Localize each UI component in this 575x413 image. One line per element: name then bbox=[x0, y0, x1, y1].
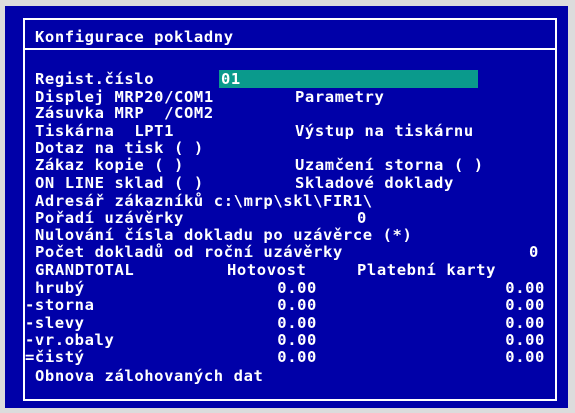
totals-row-karty: 0.00 bbox=[505, 331, 545, 349]
checkbox-zakaz-kopie[interactable]: Zákaz kopie ( ) bbox=[35, 156, 184, 174]
totals-row-hotovost: 0.00 bbox=[277, 296, 317, 314]
poradi-uzaverky-label: Pořadí uzávěrky bbox=[35, 209, 184, 227]
title-separator bbox=[23, 48, 557, 50]
menu-item-parametry[interactable]: Parametry bbox=[295, 88, 384, 106]
regist-input[interactable]: 01 bbox=[219, 70, 478, 88]
totals-header-label: GRANDTOTAL bbox=[35, 261, 135, 279]
menu-item-vystup[interactable]: Výstup na tiskárnu bbox=[295, 122, 474, 140]
menu-item-tiskarna[interactable]: Tiskárna LPT1 bbox=[35, 122, 174, 140]
totals-row-label: -vr.obaly bbox=[25, 331, 115, 349]
config-window: Konfigurace pokladny Regist.číslo 01 Dis… bbox=[5, 6, 568, 408]
regist-value: 01 bbox=[221, 70, 241, 88]
pocet-dokladu-label: Počet dokladů od roční uzávěrky bbox=[35, 243, 343, 261]
totals-row-hotovost: 0.00 bbox=[277, 348, 317, 366]
totals-row-karty: 0.00 bbox=[505, 314, 545, 332]
totals-row-karty: 0.00 bbox=[505, 348, 545, 366]
checkbox-nulovani[interactable]: Nulování čísla dokladu po uzávěrce (*) bbox=[35, 226, 412, 244]
menu-item-obnova[interactable]: Obnova zálohovaných dat bbox=[35, 367, 263, 385]
totals-row-karty: 0.00 bbox=[505, 279, 545, 297]
screen: Konfigurace pokladny Regist.číslo 01 Dis… bbox=[0, 0, 575, 413]
menu-item-zasuvka[interactable]: Zásuvka MRP /COM2 bbox=[35, 104, 214, 122]
totals-row-karty: 0.00 bbox=[505, 296, 545, 314]
menu-item-skladove-doklady[interactable]: Skladové doklady bbox=[295, 174, 454, 192]
menu-item-adresar[interactable]: Adresář zákazníků c:\mrp\skl\FIR1\ bbox=[35, 192, 373, 210]
totals-row-label: =čistý bbox=[25, 348, 85, 366]
poradi-uzaverky-value[interactable]: 0 bbox=[357, 209, 367, 227]
totals-row-label: hrubý bbox=[35, 279, 85, 297]
checkbox-dotaz-na-tisk[interactable]: Dotaz na tisk ( ) bbox=[35, 139, 204, 157]
pocet-dokladu-value: 0 bbox=[529, 243, 539, 261]
totals-row-label: -slevy bbox=[25, 314, 85, 332]
totals-header-hotovost: Hotovost bbox=[227, 261, 307, 279]
window-title: Konfigurace pokladny bbox=[35, 28, 234, 46]
totals-header-karty: Platební karty bbox=[357, 261, 497, 279]
totals-row-hotovost: 0.00 bbox=[277, 279, 317, 297]
checkbox-uzamceni-storna[interactable]: Uzamčení storna ( ) bbox=[295, 156, 484, 174]
totals-row-label: -storna bbox=[25, 296, 95, 314]
totals-row-hotovost: 0.00 bbox=[277, 314, 317, 332]
regist-label: Regist.číslo bbox=[35, 70, 155, 88]
checkbox-online-sklad[interactable]: ON LINE sklad ( ) bbox=[35, 174, 204, 192]
totals-row-hotovost: 0.00 bbox=[277, 331, 317, 349]
